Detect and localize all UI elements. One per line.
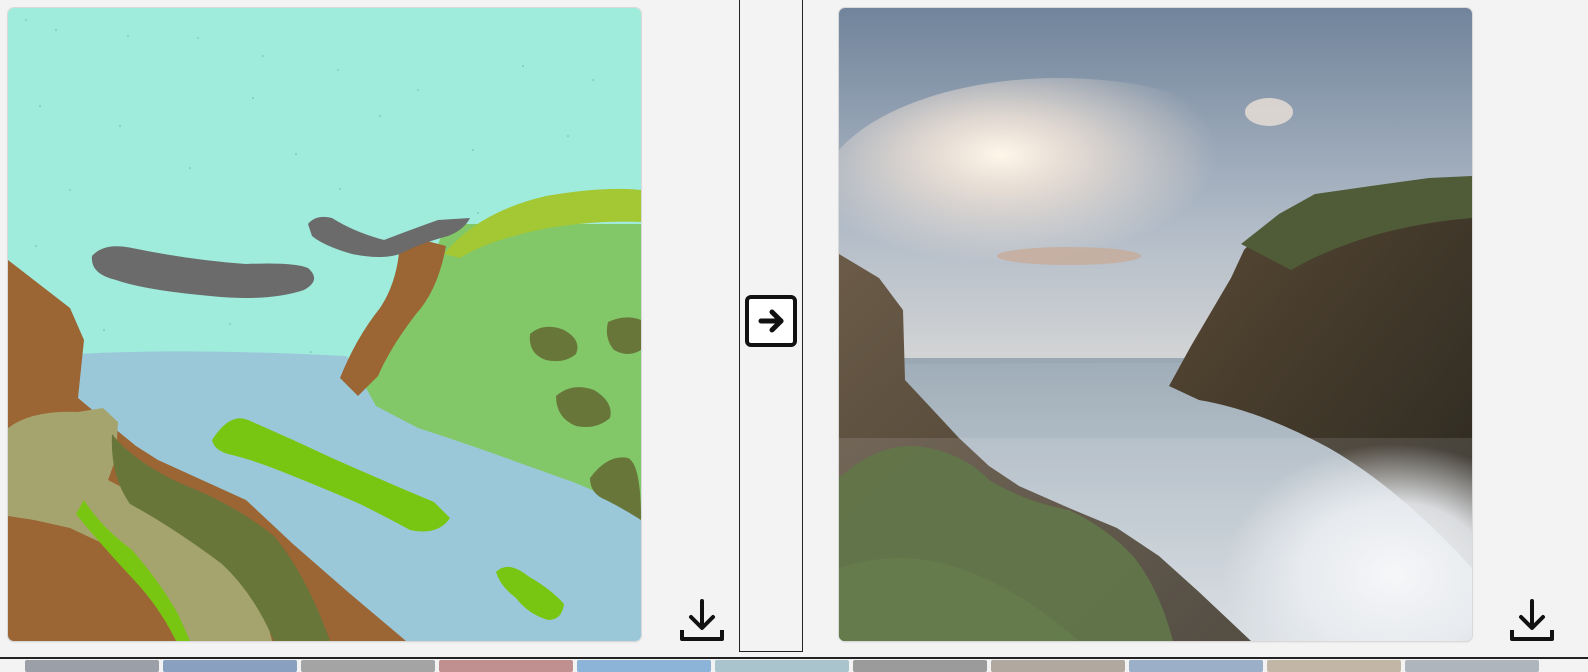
sketch-panel[interactable]: [8, 8, 641, 641]
download-icon: [1510, 599, 1554, 641]
arrow-right-icon: [758, 309, 784, 333]
download-sketch-button[interactable]: [676, 594, 728, 646]
thumbnail-7[interactable]: [853, 660, 987, 672]
convert-button[interactable]: [745, 295, 797, 347]
sketch-canvas[interactable]: [8, 8, 641, 641]
thumbnail-6[interactable]: [715, 660, 849, 672]
thumbnail-2[interactable]: [163, 660, 297, 672]
generated-landscape-image: [839, 8, 1472, 641]
thumbnail-5[interactable]: [577, 660, 711, 672]
thumbnail-9[interactable]: [1129, 660, 1263, 672]
sketch-to-image-app: [0, 0, 1588, 672]
thumbnail-1[interactable]: [25, 660, 159, 672]
conversion-divider: [739, 0, 803, 652]
thumbnail-11[interactable]: [1405, 660, 1539, 672]
small-cloud: [1245, 98, 1293, 126]
thumbnail-4[interactable]: [439, 660, 573, 672]
thumbnail-3[interactable]: [301, 660, 435, 672]
haze-overlay: [839, 438, 1472, 641]
thumbnail-strip: [0, 657, 1588, 672]
download-output-button[interactable]: [1506, 594, 1558, 646]
thumbnail-8[interactable]: [991, 660, 1125, 672]
download-icon: [680, 599, 724, 641]
sunset-cloud: [997, 247, 1141, 265]
thumbnail-10[interactable]: [1267, 660, 1401, 672]
output-panel: [839, 8, 1472, 641]
